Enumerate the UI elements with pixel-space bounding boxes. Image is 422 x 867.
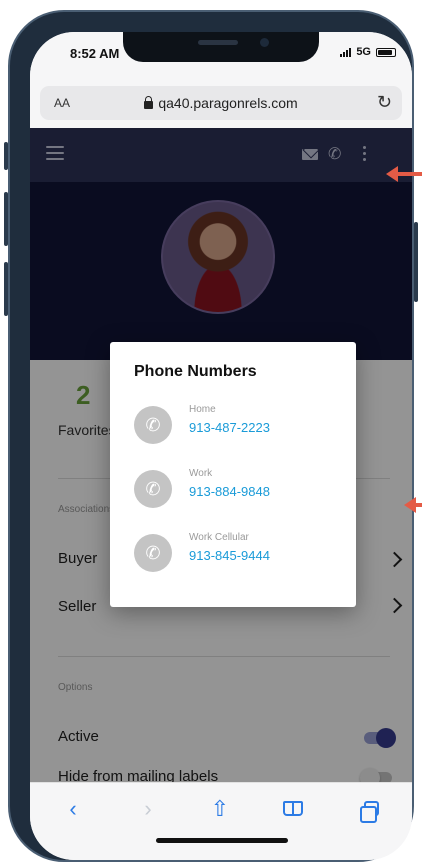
call-button[interactable]: ✆	[134, 534, 172, 572]
lock-icon	[144, 96, 154, 109]
phone-entry-home[interactable]: ✆ Home 913-487-2223	[134, 402, 344, 446]
phone-icon: ✆	[145, 479, 161, 499]
network-type: 5G	[356, 46, 371, 58]
web-content: ✆ 2 Favorites Associations Buyer Seller	[30, 128, 412, 782]
tabs-icon[interactable]	[355, 795, 387, 823]
dialog-title: Phone Numbers	[134, 363, 257, 380]
notch	[123, 32, 319, 62]
status-bar: 8:52 AM 5G	[30, 32, 412, 90]
phone-entry-work-cellular[interactable]: ✆ Work Cellular 913-845-9444	[134, 530, 344, 574]
phone-number-link[interactable]: 913-487-2223	[189, 420, 270, 435]
phone-type: Work	[189, 468, 213, 479]
phone-frame: 8:52 AM 5G AA qa40.paragonrels.com ↻ ✆ 2…	[4, 10, 418, 862]
call-button[interactable]: ✆	[134, 470, 172, 508]
chevron-right-icon[interactable]: ›	[132, 795, 164, 823]
phone-type: Home	[189, 404, 216, 415]
chevron-left-icon[interactable]: ‹	[57, 795, 89, 823]
power-button	[414, 222, 418, 302]
phone-number-link[interactable]: 913-845-9444	[189, 548, 270, 563]
signal-icon	[340, 47, 352, 57]
share-icon[interactable]: ⇧	[204, 795, 236, 823]
phone-icon: ✆	[145, 415, 161, 435]
phone-entry-work[interactable]: ✆ Work 913-884-9848	[134, 466, 344, 510]
speaker	[198, 40, 238, 45]
phone-type: Work Cellular	[189, 532, 249, 543]
front-camera	[260, 38, 269, 47]
mute-switch	[4, 142, 8, 170]
url-text: qa40.paragonrels.com	[158, 95, 298, 111]
annotation-arrow	[404, 497, 422, 513]
volume-up-button	[4, 192, 8, 246]
phone-icon: ✆	[145, 543, 161, 563]
url-bar[interactable]: AA qa40.paragonrels.com ↻	[40, 86, 402, 120]
phone-screen: 8:52 AM 5G AA qa40.paragonrels.com ↻ ✆ 2…	[30, 32, 412, 860]
volume-down-button	[4, 262, 8, 316]
phone-number-link[interactable]: 913-884-9848	[189, 484, 270, 499]
status-indicators: 5G	[340, 46, 396, 58]
call-button[interactable]: ✆	[134, 406, 172, 444]
status-time: 8:52 AM	[70, 46, 120, 61]
home-indicator	[156, 838, 288, 843]
phone-numbers-dialog: Phone Numbers ✆ Home 913-487-2223 ✆ Work…	[110, 342, 356, 607]
battery-icon	[376, 47, 396, 57]
annotation-arrow	[386, 166, 422, 182]
reload-icon[interactable]: ↻	[377, 92, 392, 113]
address-field[interactable]: qa40.paragonrels.com	[40, 95, 402, 111]
book-icon[interactable]	[277, 795, 309, 823]
browser-toolbar: ‹ › ⇧	[30, 782, 412, 860]
